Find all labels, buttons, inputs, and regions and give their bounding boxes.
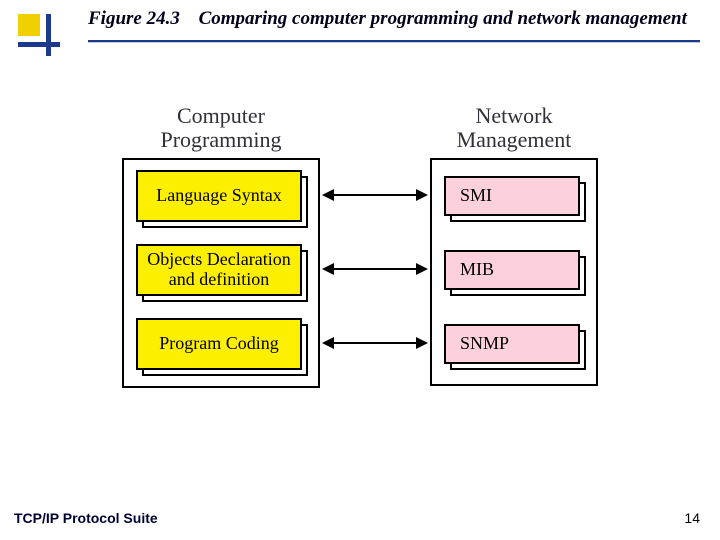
left-column: Computer Programming Language Syntax bbox=[122, 100, 320, 388]
cell-label: Objects Declaration and definition bbox=[144, 250, 294, 290]
right-cell-mib: MIB bbox=[444, 250, 584, 294]
figure-caption: Comparing computer programming and netwo… bbox=[199, 8, 687, 29]
comparison-diagram: Computer Programming Language Syntax bbox=[0, 100, 720, 388]
ornament-bar-v bbox=[46, 14, 51, 56]
left-heading-line2: Programming bbox=[161, 127, 282, 152]
diagram-columns: Computer Programming Language Syntax bbox=[122, 100, 598, 388]
connector-3 bbox=[320, 306, 430, 380]
right-cell-smi: SMI bbox=[444, 176, 584, 220]
right-heading-line1: Network bbox=[476, 103, 553, 128]
ornament-square bbox=[18, 14, 40, 36]
cell-label: MIB bbox=[460, 260, 494, 280]
left-heading: Computer Programming bbox=[161, 100, 282, 152]
page-number: 14 bbox=[684, 510, 700, 526]
connector-column bbox=[320, 100, 430, 380]
cell-face: Objects Declaration and definition bbox=[136, 244, 302, 296]
right-outer-box: SMI MIB SNMP bbox=[430, 158, 598, 386]
connector-1 bbox=[320, 158, 430, 232]
double-arrow-icon bbox=[320, 259, 430, 279]
title-rule-shadow bbox=[88, 42, 700, 43]
ornament-bar-h bbox=[18, 42, 60, 47]
cell-label: SNMP bbox=[460, 334, 509, 354]
connector-2 bbox=[320, 232, 430, 306]
double-arrow-icon bbox=[320, 185, 430, 205]
cell-face: MIB bbox=[444, 250, 580, 290]
slide: Figure 24.3 Comparing computer programmi… bbox=[0, 0, 720, 540]
left-cell-language-syntax: Language Syntax bbox=[136, 170, 306, 226]
cell-label: Language Syntax bbox=[156, 186, 281, 206]
footer-text: TCP/IP Protocol Suite bbox=[14, 510, 158, 526]
figure-number: Figure 24.3 bbox=[88, 8, 180, 29]
left-cell-objects-declaration: Objects Declaration and definition bbox=[136, 244, 306, 300]
cell-face: SNMP bbox=[444, 324, 580, 364]
right-heading: Network Management bbox=[457, 100, 572, 152]
cell-label: Program Coding bbox=[159, 334, 279, 354]
left-heading-line1: Computer bbox=[177, 103, 265, 128]
cell-face: SMI bbox=[444, 176, 580, 216]
cell-face: Program Coding bbox=[136, 318, 302, 370]
cell-face: Language Syntax bbox=[136, 170, 302, 222]
figure-title: Figure 24.3 Comparing computer programmi… bbox=[88, 8, 700, 30]
double-arrow-icon bbox=[320, 333, 430, 353]
left-outer-box: Language Syntax Objects Declaration and … bbox=[122, 158, 320, 388]
right-heading-line2: Management bbox=[457, 127, 572, 152]
right-cell-snmp: SNMP bbox=[444, 324, 584, 368]
cell-label: SMI bbox=[460, 186, 492, 206]
left-cell-program-coding: Program Coding bbox=[136, 318, 306, 374]
right-column: Network Management SMI MIB bbox=[430, 100, 598, 386]
corner-ornament bbox=[18, 14, 60, 56]
